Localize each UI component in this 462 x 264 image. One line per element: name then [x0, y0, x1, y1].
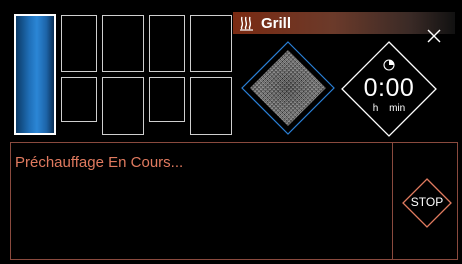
timer-display[interactable]: 0:00 h min — [340, 40, 438, 138]
mode-label: Grill — [261, 14, 292, 32]
status-divider — [392, 142, 393, 260]
timer-units: h min — [372, 103, 406, 114]
cavity-cell-bottom-1[interactable] — [61, 77, 97, 122]
stop-label: STOP — [410, 195, 444, 209]
cavity-cell-top-1[interactable] — [61, 15, 97, 72]
status-message: Préchauffage En Cours... — [15, 154, 184, 171]
cavity-cell-top-2[interactable] — [102, 15, 144, 72]
cavity-cell-bottom-4[interactable] — [190, 77, 232, 135]
clock-icon — [383, 59, 395, 71]
cavity-cell-bottom-3[interactable] — [149, 77, 185, 122]
heating-element-display — [240, 40, 336, 136]
grill-icon — [240, 16, 253, 31]
heating-element-icon — [241, 41, 335, 135]
cavity-cell-bottom-2[interactable] — [102, 77, 144, 135]
cavity-cell-top-3[interactable] — [149, 15, 185, 72]
timer-value: 0:00 — [363, 74, 415, 102]
cavity-cell-main[interactable] — [14, 14, 56, 135]
cavity-cell-top-4[interactable] — [190, 15, 232, 72]
